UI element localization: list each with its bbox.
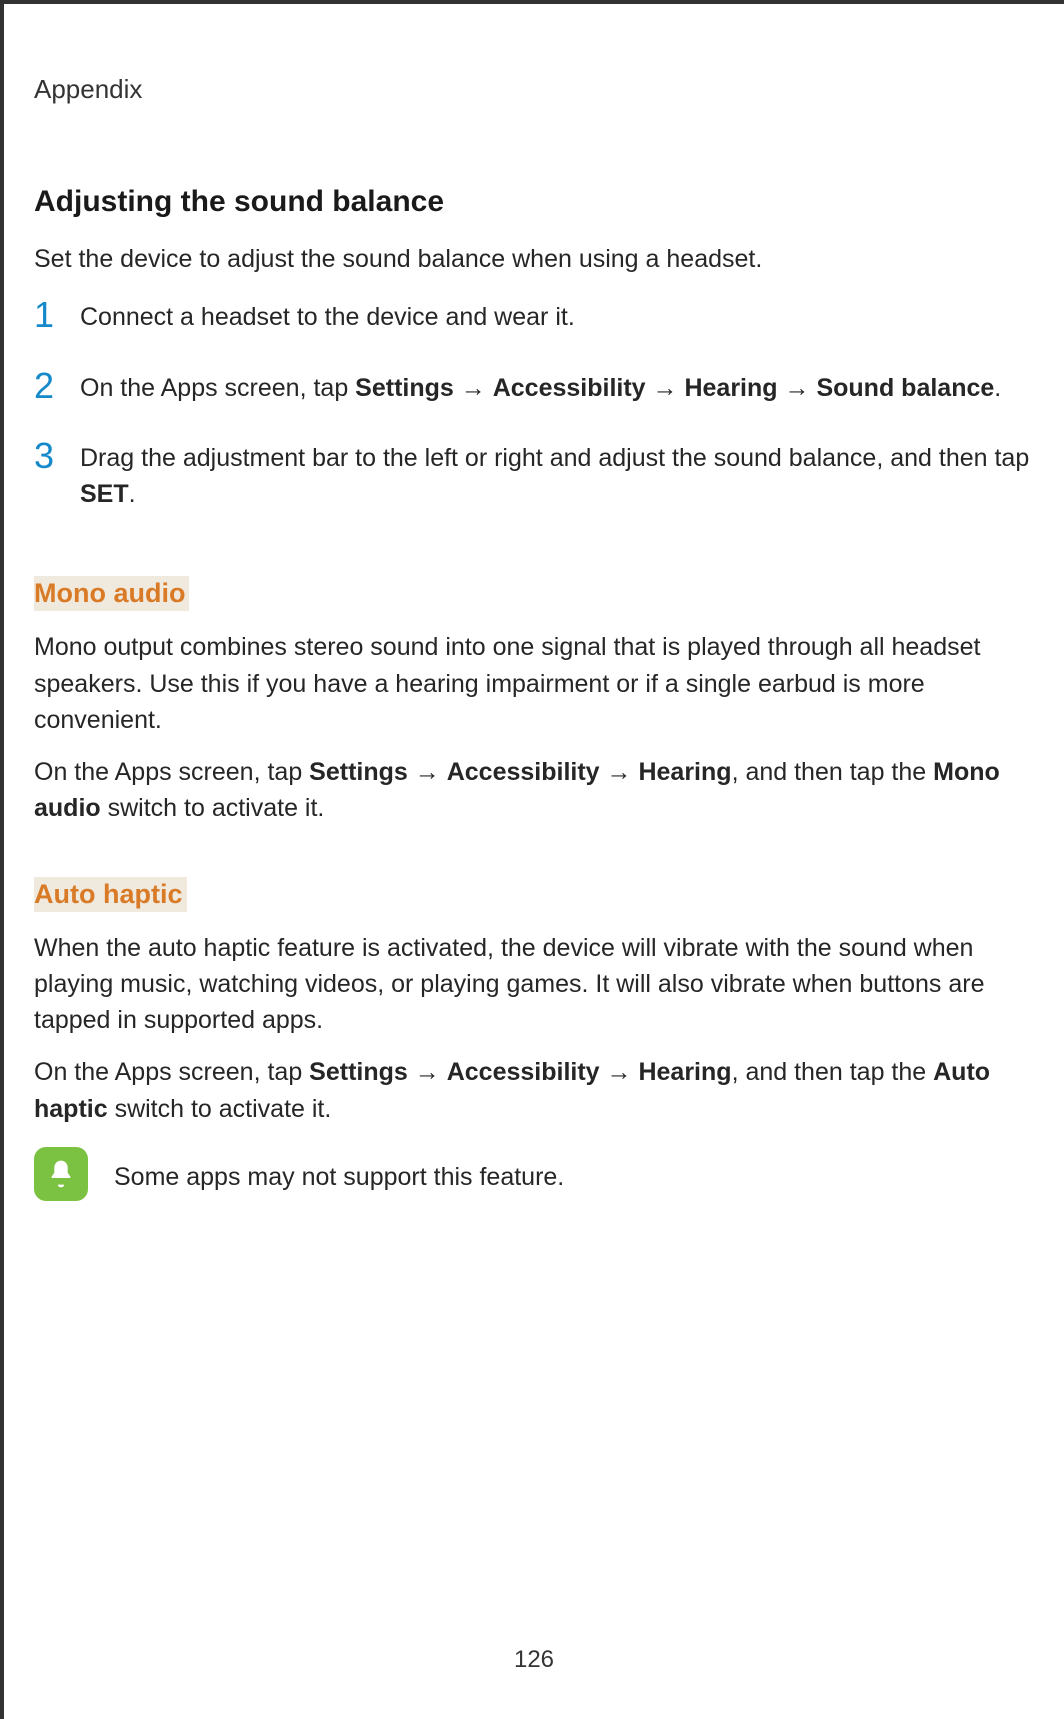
nav-bold: Sound balance: [816, 374, 994, 402]
note-text: Some apps may not support this feature.: [114, 1159, 564, 1195]
arrow-icon: →: [454, 374, 493, 402]
step-text: Drag the adjustment bar to the left or r…: [80, 440, 1034, 513]
nav-bold: Hearing: [638, 758, 731, 786]
haptic-title: Auto haptic: [34, 877, 187, 912]
text: switch to activate it.: [101, 794, 325, 822]
note-block: Some apps may not support this feature.: [34, 1147, 1034, 1211]
page-header: Appendix: [34, 74, 1034, 105]
arrow-icon: →: [408, 758, 447, 786]
step-3: 3 Drag the adjustment bar to the left or…: [34, 436, 1034, 513]
nav-bold: SET: [80, 480, 129, 508]
nav-bold: Hearing: [684, 374, 777, 402]
nav-bold: Settings: [309, 758, 408, 786]
text: switch to activate it.: [108, 1095, 332, 1123]
section-title: Adjusting the sound balance: [34, 185, 1034, 219]
page: DRAFT, Not FINAL Appendix Adjusting the …: [0, 0, 1064, 1719]
arrow-icon: →: [600, 1058, 639, 1086]
text: On the Apps screen, tap: [34, 758, 309, 786]
text: , and then tap the: [732, 758, 934, 786]
text: , and then tap the: [732, 1058, 934, 1086]
section-intro: Set the device to adjust the sound balan…: [34, 241, 1034, 277]
mono-para2: On the Apps screen, tap Settings → Acces…: [34, 754, 1034, 827]
text: Drag the adjustment bar to the left or r…: [80, 444, 1029, 472]
text: .: [129, 480, 136, 508]
step-number: 3: [34, 436, 74, 476]
step-text: Connect a headset to the device and wear…: [80, 299, 1034, 335]
nav-bold: Accessibility: [447, 758, 600, 786]
text: .: [994, 374, 1001, 402]
haptic-para1: When the auto haptic feature is activate…: [34, 930, 1034, 1039]
mono-para1: Mono output combines stereo sound into o…: [34, 629, 1034, 738]
step-text: On the Apps screen, tap Settings → Acces…: [80, 370, 1034, 406]
step-number: 2: [34, 366, 74, 406]
step-1: 1 Connect a headset to the device and we…: [34, 295, 1034, 335]
nav-bold: Settings: [355, 374, 454, 402]
nav-bold: Accessibility: [447, 1058, 600, 1086]
text: On the Apps screen, tap: [80, 374, 355, 402]
page-number: 126: [4, 1646, 1064, 1674]
arrow-icon: →: [408, 1058, 447, 1086]
mono-title: Mono audio: [34, 576, 189, 611]
step-2: 2 On the Apps screen, tap Settings → Acc…: [34, 366, 1034, 406]
haptic-para2: On the Apps screen, tap Settings → Acces…: [34, 1054, 1034, 1127]
arrow-icon: →: [778, 374, 817, 402]
nav-bold: Hearing: [638, 1058, 731, 1086]
nav-bold: Accessibility: [493, 374, 646, 402]
step-number: 1: [34, 295, 74, 335]
arrow-icon: →: [646, 374, 685, 402]
bell-icon: [34, 1147, 88, 1201]
text: On the Apps screen, tap: [34, 1058, 309, 1086]
nav-bold: Settings: [309, 1058, 408, 1086]
arrow-icon: →: [600, 758, 639, 786]
steps-list: 1 Connect a headset to the device and we…: [34, 295, 1034, 512]
